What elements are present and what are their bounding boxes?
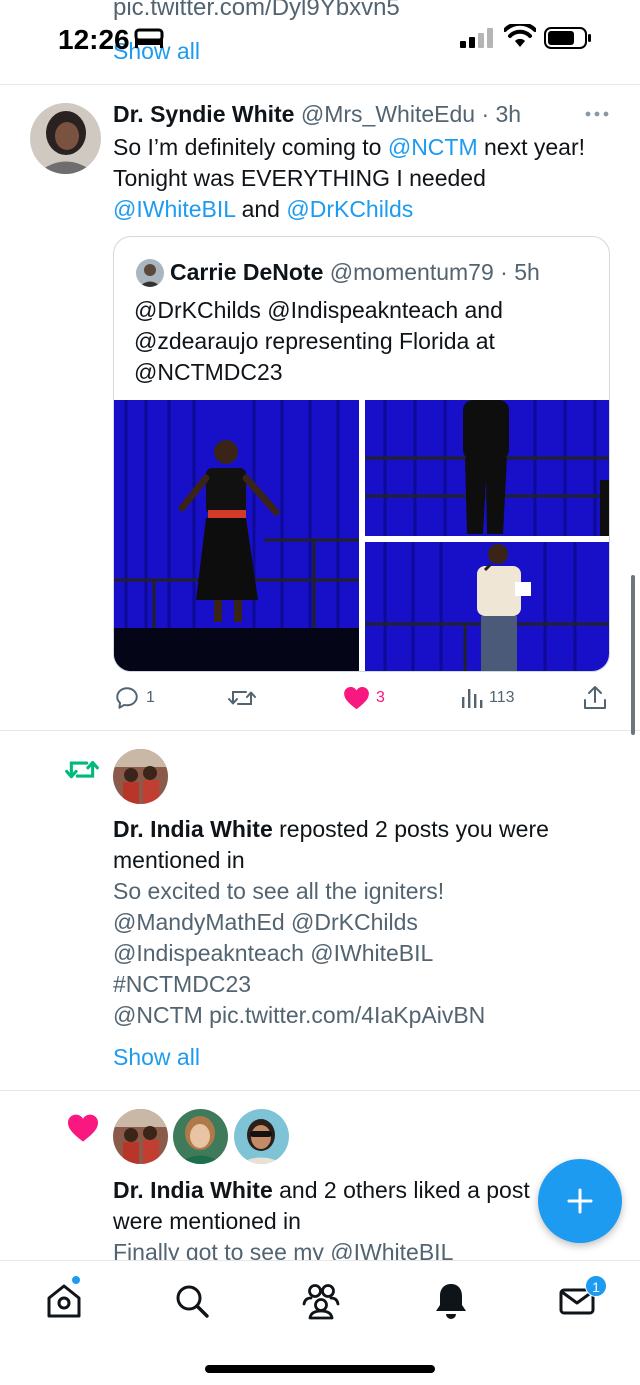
tweet-time: · 3h — [481, 101, 522, 127]
notification-action-line: were mentioned in — [113, 1208, 301, 1234]
tweet-text-line: Tonight was EVERYTHING I needed — [113, 165, 486, 191]
actor-name: Dr. India White — [113, 816, 273, 842]
tweet-text-segment: next year! — [477, 134, 586, 160]
quote-author-name: Carrie DeNote — [170, 259, 324, 285]
status-bar: 12:26 — [0, 0, 640, 80]
sleep-mode-icon — [134, 28, 164, 48]
quote-text-line: @DrKChilds @Indispeaknteach and — [134, 297, 503, 323]
quote-text: @DrKChilds @Indispeaknteach and @zdearau… — [134, 295, 594, 388]
media-image[interactable] — [365, 400, 609, 536]
scrollbar[interactable] — [631, 575, 635, 735]
show-all-link[interactable]: Show all — [113, 1044, 200, 1071]
tweet-header: Dr. Syndie White @Mrs_WhiteEdu · 3h — [113, 101, 521, 128]
notifications-icon[interactable] — [431, 1281, 471, 1321]
notification-action: reposted 2 posts you were — [272, 816, 549, 842]
like-count: 3 — [376, 689, 385, 706]
quote-header: Carrie DeNote @momentum79 · 5h — [170, 259, 540, 286]
wifi-icon — [504, 24, 536, 47]
communities-icon[interactable] — [301, 1281, 341, 1321]
mention-link[interactable]: @IWhiteBIL — [113, 196, 235, 222]
reply-icon — [116, 687, 138, 709]
battery-icon — [544, 27, 591, 49]
notification-text[interactable]: Dr. India White reposted 2 posts you wer… — [113, 814, 593, 1031]
speaker-photo — [365, 400, 609, 536]
notification-preview: So excited to see all the igniters! — [113, 878, 445, 904]
compose-button[interactable] — [538, 1159, 622, 1243]
repost-button[interactable] — [228, 684, 262, 712]
notification-preview: @MandyMathEd @DrKChilds — [113, 909, 418, 935]
home-indicator — [205, 1365, 435, 1373]
divider — [0, 84, 640, 85]
new-posts-dot — [71, 1275, 81, 1285]
tweet-text: So I’m definitely coming to @NCTM next y… — [113, 132, 623, 225]
avatar-photo — [234, 1109, 289, 1164]
bottom-navigation: 1 — [0, 1260, 640, 1385]
quote-text-line: @NCTMDC23 — [134, 359, 283, 385]
share-button[interactable] — [583, 684, 607, 712]
notification-text[interactable]: Dr. India White and 2 others liked a pos… — [113, 1175, 593, 1268]
home-icon[interactable] — [44, 1281, 84, 1321]
quote-avatar-photo — [136, 259, 164, 287]
notification-preview: @Indispeaknteach @IWhiteBIL — [113, 940, 434, 966]
cellular-signal-icon — [460, 28, 493, 48]
avatar[interactable] — [113, 1109, 168, 1164]
avatar[interactable] — [113, 749, 168, 804]
avatar-photo — [173, 1109, 228, 1164]
messages-badge: 1 — [585, 1275, 607, 1297]
mention-link[interactable]: @DrKChilds — [286, 196, 413, 222]
views-count: 113 — [489, 689, 515, 706]
tweet-text-segment: So I’m definitely coming to — [113, 134, 388, 160]
speaker-photo — [114, 400, 359, 671]
notification-preview: #NCTMDC23 — [113, 971, 252, 997]
media-image[interactable] — [114, 400, 359, 671]
actor-name: Dr. India White — [113, 1177, 273, 1203]
status-time: 12:26 — [58, 24, 130, 55]
notification-action: and 2 others liked a post — [272, 1177, 530, 1203]
avatar[interactable] — [173, 1109, 228, 1164]
heart-icon — [344, 686, 369, 710]
avatar-photo — [113, 749, 168, 804]
reply-count: 1 — [146, 689, 155, 706]
avatar[interactable] — [234, 1109, 289, 1164]
reply-button[interactable]: 1 — [114, 684, 155, 712]
repost-icon — [65, 760, 99, 779]
avatar-photo — [30, 103, 101, 174]
author-name[interactable]: Dr. Syndie White — [113, 101, 294, 127]
tweet-text-segment: and — [235, 196, 287, 222]
quote-author-handle: @momentum79 — [329, 259, 494, 285]
quote-text-line: @zdearaujo representing Florida at — [134, 328, 495, 354]
notification-preview: @NCTM pic.twitter.com/4IaKpAivBN — [113, 1002, 486, 1028]
views-icon — [462, 689, 483, 708]
divider — [0, 1090, 640, 1091]
notification-action-line: mentioned in — [113, 847, 245, 873]
speaker-photo — [365, 542, 609, 671]
heart-icon — [68, 1114, 98, 1142]
quote-avatar — [136, 259, 164, 287]
repost-icon — [228, 691, 256, 705]
more-icon[interactable] — [584, 104, 610, 124]
like-button[interactable]: 3 — [343, 684, 385, 712]
avatar[interactable] — [30, 103, 101, 174]
avatar-photo — [113, 1109, 168, 1164]
quote-time: · 5h — [500, 259, 540, 285]
views-button[interactable]: 113 — [461, 684, 515, 712]
quoted-tweet-card[interactable]: Carrie DeNote @momentum79 · 5h @DrKChild… — [113, 236, 610, 672]
share-icon — [584, 686, 606, 709]
plus-icon — [567, 1188, 593, 1214]
media-image[interactable] — [365, 542, 609, 671]
divider — [0, 730, 640, 731]
author-handle[interactable]: @Mrs_WhiteEdu — [301, 101, 475, 127]
search-icon[interactable] — [172, 1281, 212, 1321]
mention-link[interactable]: @NCTM — [388, 134, 478, 160]
